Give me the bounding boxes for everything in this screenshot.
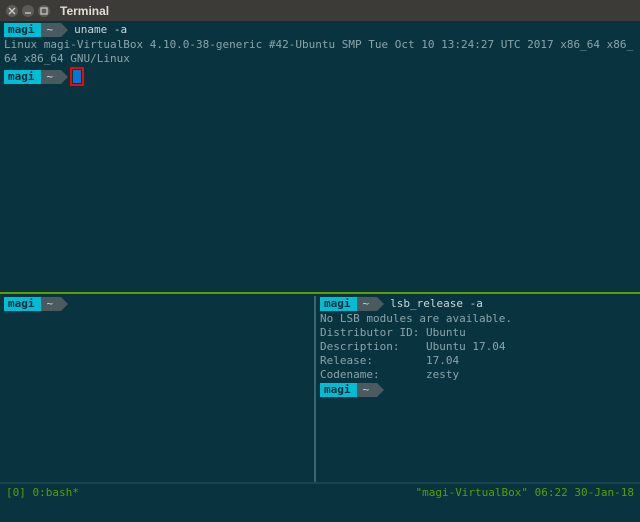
prompt-path: ~ xyxy=(41,70,62,84)
lsb-codename: Codename: zesty xyxy=(316,368,640,382)
cursor-highlight-annotation xyxy=(70,67,84,86)
cursor-icon xyxy=(73,70,81,83)
prompt-line-active[interactable]: magi ~ xyxy=(0,66,640,87)
pane-bottom-left[interactable]: magi ~ xyxy=(0,296,314,500)
prompt-line: magi ~ xyxy=(0,296,314,312)
lsb-output-header: No LSB modules are available. xyxy=(316,312,640,326)
prompt-path: ~ xyxy=(357,297,378,311)
lsb-description: Description: Ubuntu 17.04 xyxy=(316,340,640,354)
window-controls xyxy=(6,5,50,17)
chevron-right-icon xyxy=(377,297,384,311)
minimize-icon[interactable] xyxy=(22,5,34,17)
prompt-user: magi xyxy=(4,297,41,311)
status-right: "magi-VirtualBox" 06:22 30-Jan-18 xyxy=(415,486,634,499)
prompt-line: magi ~ xyxy=(316,382,640,398)
chevron-right-icon xyxy=(61,297,68,311)
chevron-right-icon xyxy=(61,70,68,84)
command-text: lsb_release -a xyxy=(390,297,483,311)
maximize-icon[interactable] xyxy=(38,5,50,17)
status-left: [0] 0:bash* xyxy=(6,486,79,499)
window-title: Terminal xyxy=(60,4,109,18)
prompt-line: magi ~ uname -a xyxy=(0,22,640,38)
prompt-user: magi xyxy=(320,383,357,397)
pane-bottom-right[interactable]: magi ~ lsb_release -a No LSB modules are… xyxy=(316,296,640,500)
tmux-status-bar: [0] 0:bash* "magi-VirtualBox" 06:22 30-J… xyxy=(0,482,640,500)
chevron-right-icon xyxy=(61,23,68,37)
prompt-user: magi xyxy=(320,297,357,311)
prompt-path: ~ xyxy=(41,297,62,311)
pane-top[interactable]: magi ~ uname -a Linux magi-VirtualBox 4.… xyxy=(0,22,640,294)
command-text: uname -a xyxy=(74,23,127,37)
prompt-path: ~ xyxy=(41,23,62,37)
lsb-release: Release: 17.04 xyxy=(316,354,640,368)
prompt-user: magi xyxy=(4,70,41,84)
prompt-path: ~ xyxy=(357,383,378,397)
close-icon[interactable] xyxy=(6,5,18,17)
chevron-right-icon xyxy=(377,383,384,397)
command-output: Linux magi-VirtualBox 4.10.0-38-generic … xyxy=(0,38,640,66)
prompt-user: magi xyxy=(4,23,41,37)
prompt-line: magi ~ lsb_release -a xyxy=(316,296,640,312)
terminal-area[interactable]: magi ~ uname -a Linux magi-VirtualBox 4.… xyxy=(0,22,640,500)
lsb-distributor: Distributor ID: Ubuntu xyxy=(316,326,640,340)
window-titlebar: Terminal xyxy=(0,0,640,22)
